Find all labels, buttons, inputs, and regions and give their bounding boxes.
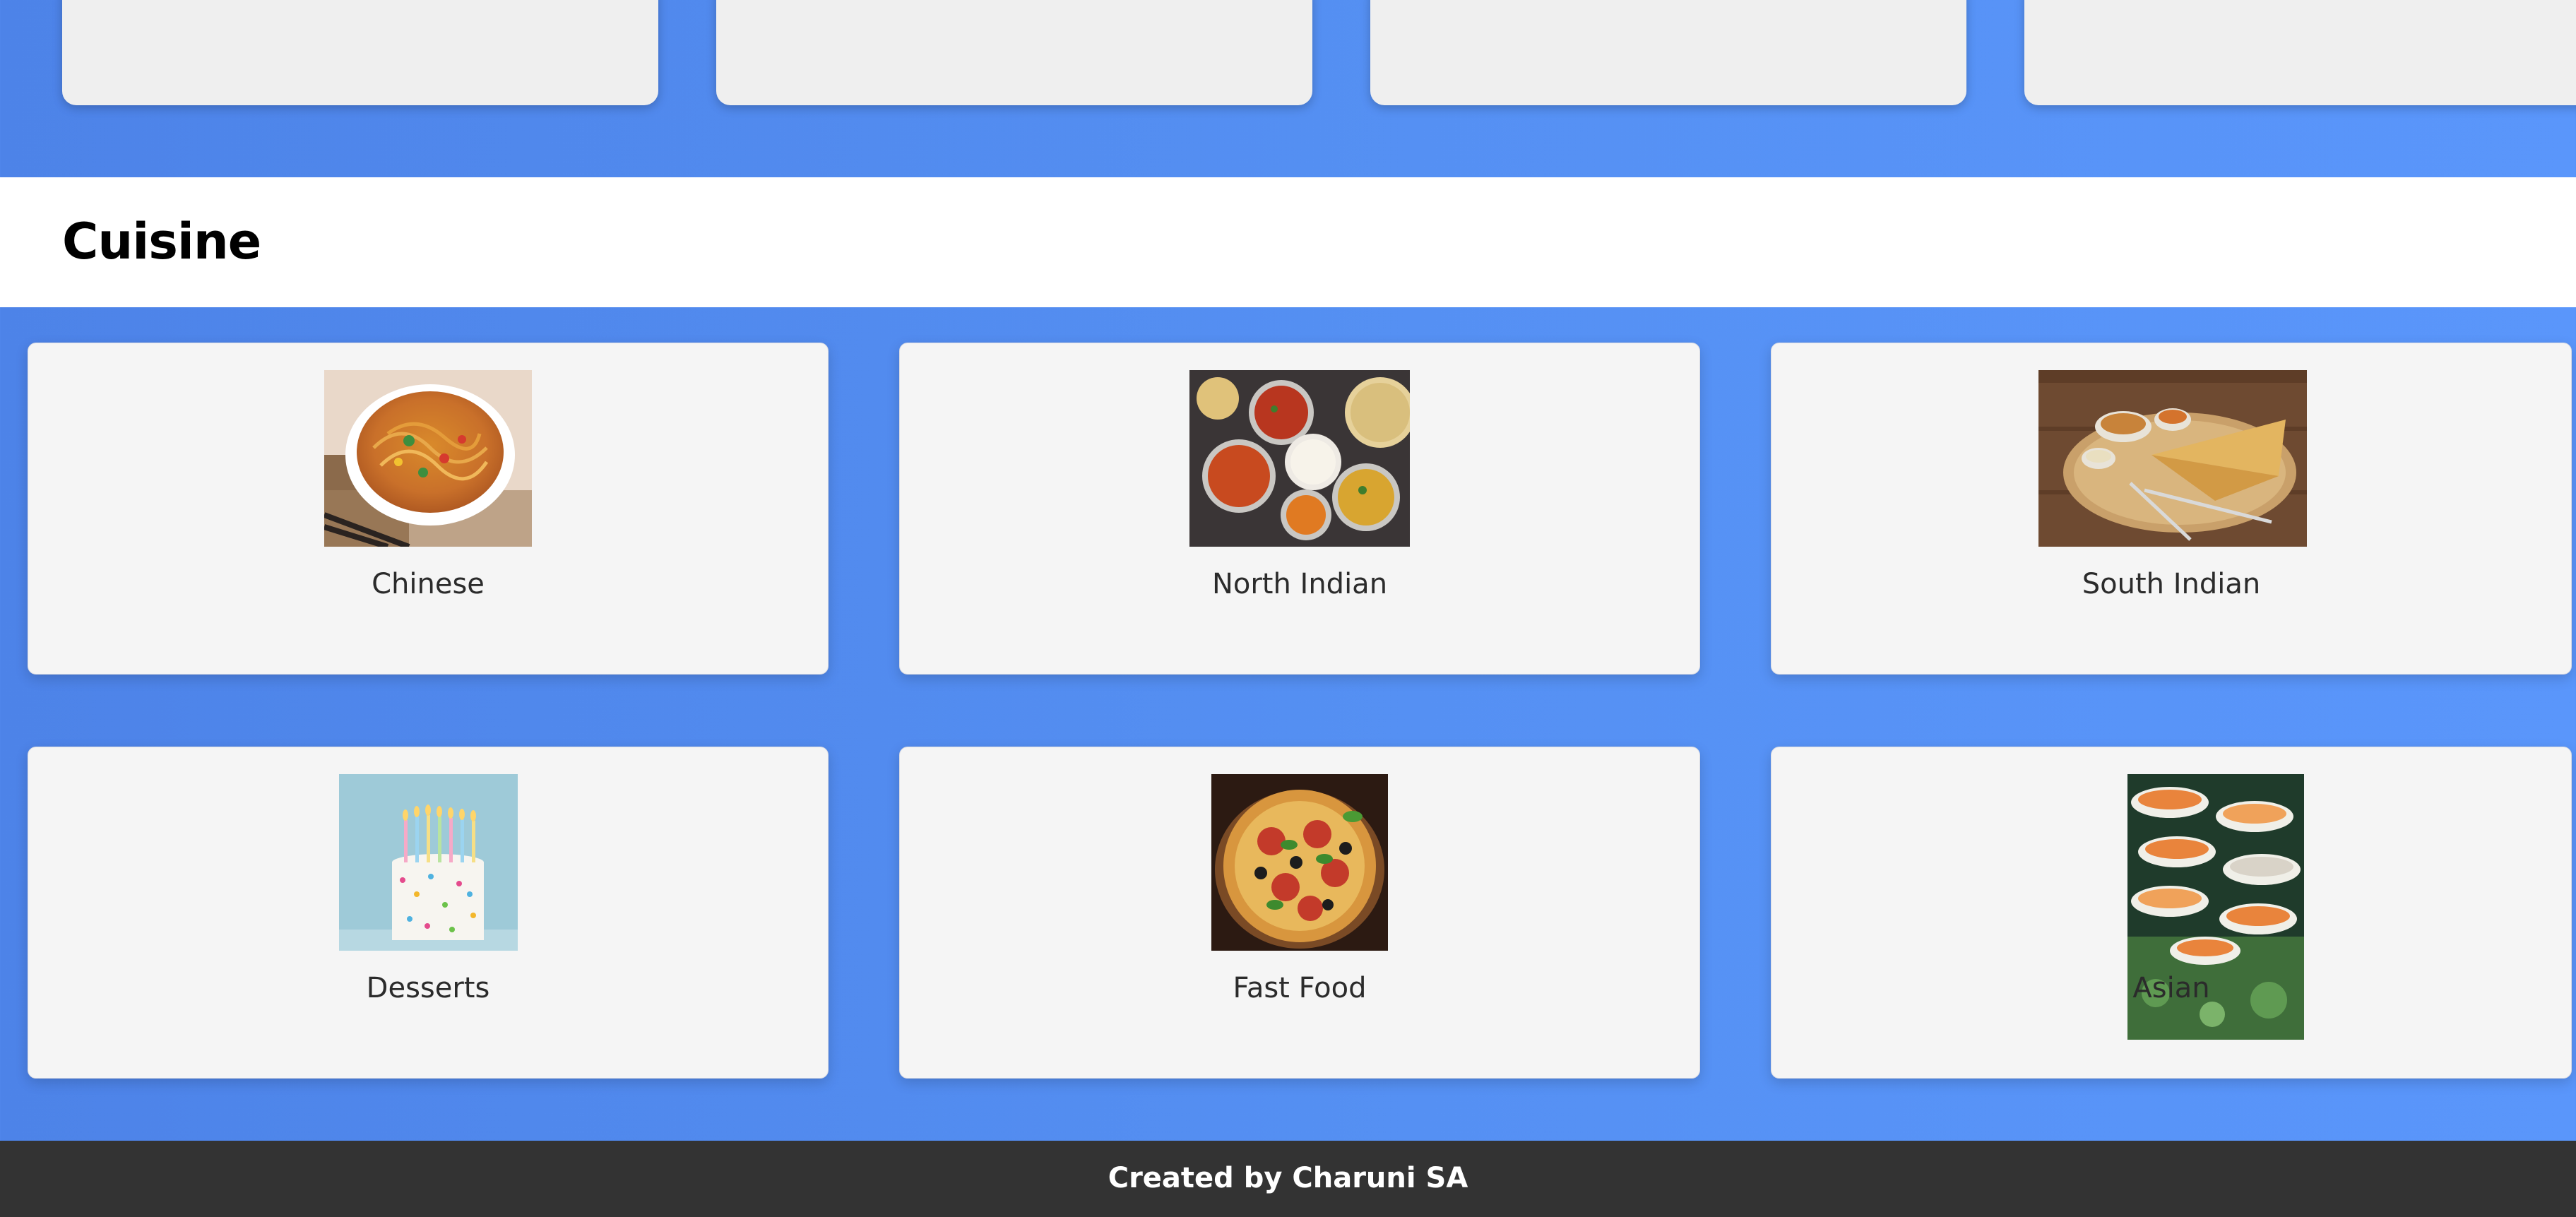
cuisine-card-south-indian[interactable]: South Indian xyxy=(1771,343,2572,675)
footer-credit: Created by Charuni SA xyxy=(1108,1162,1468,1194)
noodles-bowl-image xyxy=(324,370,532,547)
top-card-row xyxy=(0,0,2576,177)
dosa-plate-image xyxy=(2038,370,2307,547)
cuisine-card-fast-food[interactable]: Fast Food xyxy=(899,747,1700,1079)
cuisine-card-north-indian[interactable]: North Indian xyxy=(899,343,1700,675)
cuisine-card-desserts[interactable]: Desserts xyxy=(28,747,829,1079)
curries-platter-image xyxy=(1189,370,1410,547)
cuisine-card-chinese[interactable]: Chinese xyxy=(28,343,829,675)
birthday-cake-image xyxy=(339,774,518,951)
top-card[interactable] xyxy=(2024,0,2576,105)
top-card[interactable] xyxy=(1370,0,1966,105)
cuisine-card-asian[interactable]: Asian xyxy=(1771,747,2572,1079)
cuisine-label: North Indian xyxy=(1211,568,1388,600)
top-card[interactable] xyxy=(716,0,1312,105)
cuisine-label: Fast Food xyxy=(1233,972,1367,1004)
cuisine-label: Asian xyxy=(2132,972,2210,1004)
cuisine-label: Chinese xyxy=(372,568,485,600)
cuisine-header xyxy=(0,177,2576,307)
footer: Created by Charuni SA xyxy=(0,1141,2576,1217)
top-card[interactable] xyxy=(62,0,658,105)
pizza-image xyxy=(1211,774,1388,951)
section-title: Cuisine xyxy=(62,213,261,271)
cuisine-label: Desserts xyxy=(366,972,490,1004)
cuisine-label: South Indian xyxy=(2082,568,2261,600)
